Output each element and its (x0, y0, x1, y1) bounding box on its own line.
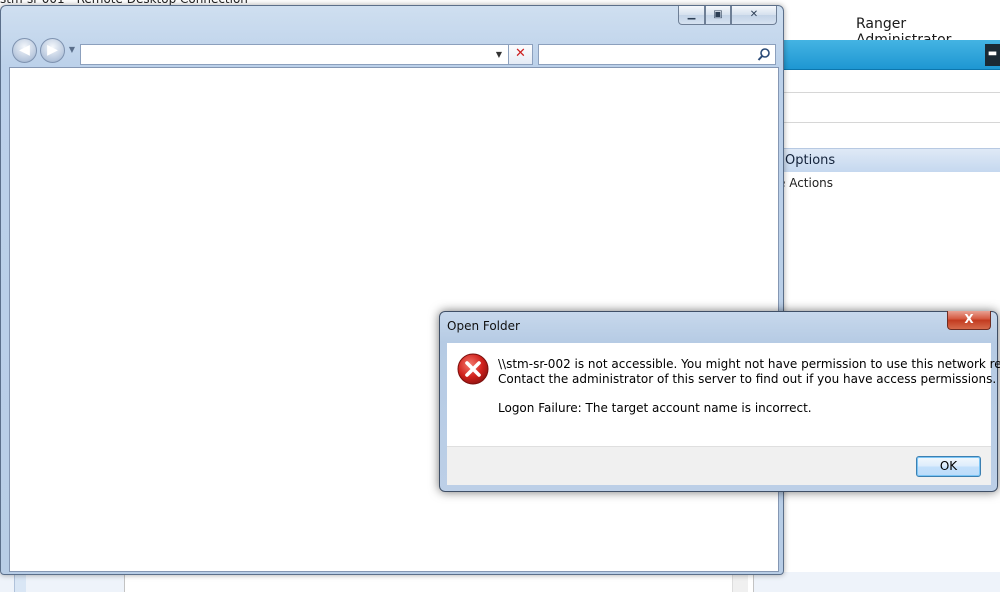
dialog-title: Open Folder (447, 319, 520, 333)
options-section-header[interactable]: Options (776, 148, 1000, 172)
close-icon: ✕ (749, 9, 759, 20)
divider (782, 122, 1000, 123)
header-menu-button[interactable]: ▬ (985, 44, 1000, 66)
back-button[interactable]: ◀ (12, 38, 37, 63)
address-bar[interactable]: ▼ (80, 44, 509, 65)
bottom-panel (124, 572, 754, 592)
stop-button[interactable]: ✕ (509, 44, 533, 65)
actions-link[interactable]: e Actions (778, 176, 833, 190)
error-message-line: \\stm-sr-002 is not accessible. You migh… (498, 357, 1000, 371)
search-icon[interactable] (757, 47, 771, 62)
dialog-body: \\stm-sr-002 is not accessible. You migh… (447, 343, 1000, 446)
left-panel-edge (14, 572, 26, 592)
error-message-line: Contact the administrator of this server… (498, 372, 997, 386)
back-arrow-icon: ◀ (19, 42, 30, 58)
forward-arrow-icon: ▶ (47, 42, 58, 58)
search-box[interactable] (538, 44, 776, 65)
maximize-button[interactable]: ▣ (705, 6, 731, 25)
recent-pages-dropdown[interactable]: ▼ (67, 44, 77, 56)
maximize-icon: ▣ (713, 9, 723, 20)
chevron-down-icon[interactable]: ▼ (492, 47, 506, 62)
address-input[interactable] (83, 46, 488, 63)
dialog-close-button[interactable]: X (947, 311, 991, 330)
close-button[interactable]: ✕ (731, 6, 777, 25)
header-bar (782, 40, 1000, 70)
error-icon (457, 353, 489, 385)
search-input[interactable] (542, 46, 752, 63)
forward-button[interactable]: ▶ (40, 38, 65, 63)
divider (782, 92, 1000, 93)
error-detail: Logon Failure: The target account name i… (498, 401, 812, 415)
close-icon: X (964, 312, 974, 326)
minimize-button[interactable]: ▁ (678, 6, 705, 25)
ok-button[interactable]: OK (916, 456, 981, 477)
minimize-icon: ▁ (687, 9, 696, 20)
scrollbar[interactable] (732, 572, 748, 592)
stop-x-icon: ✕ (515, 46, 526, 61)
open-folder-dialog: Open Folder X \\stm-sr-002 is not access… (439, 311, 1000, 492)
dialog-footer: OK (447, 446, 991, 485)
